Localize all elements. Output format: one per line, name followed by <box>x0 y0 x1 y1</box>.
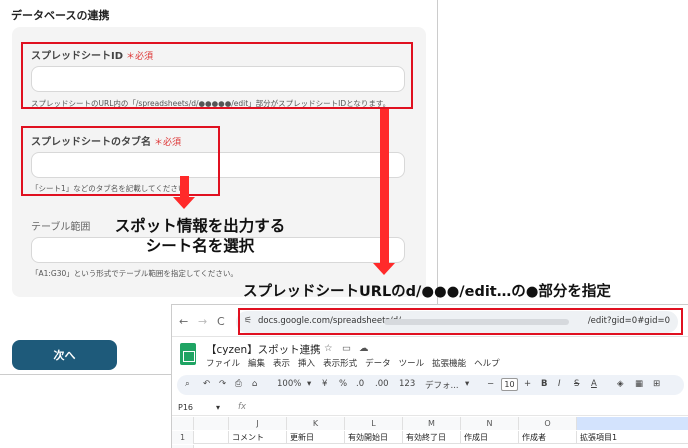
fill-color-icon[interactable]: ◈ <box>617 379 624 389</box>
reload-icon[interactable]: C <box>217 315 225 328</box>
borders-icon[interactable]: ▦ <box>635 379 643 389</box>
tab-callout-line1: スポット情報を出力する <box>114 217 286 235</box>
url-arrow-head <box>373 263 395 275</box>
percent-format-button[interactable]: % <box>339 379 347 389</box>
tab-name-label: スプレッドシートのタブ名 ＊必須 <box>31 133 181 148</box>
url-prefix: docs.google.com/spreadsheets/d/ <box>258 316 402 326</box>
move-folder-icon[interactable]: ▭ <box>342 343 351 354</box>
italic-icon[interactable]: I <box>558 379 561 389</box>
column-header-row: J K L M N O <box>172 417 688 430</box>
spreadsheet-id-help: スプレッドシートのURL内の「/spreadsheets/d/●●●●●/edi… <box>31 99 391 108</box>
tab-arrow-shaft <box>180 176 189 198</box>
required-mark: ＊必須 <box>126 52 154 62</box>
menu-data[interactable]: データ <box>365 357 391 369</box>
url-callout: スプレッドシートURLのd/●●●/edit…の●部分を指定 <box>243 284 611 300</box>
tab-name-label-text: スプレッドシートのタブ名 <box>31 137 151 148</box>
url-suffix: /edit?gid=0#gid=0 <box>587 316 670 326</box>
column-header[interactable]: J <box>229 417 287 430</box>
paint-format-icon[interactable]: ⌂ <box>252 379 257 389</box>
table-range-label: テーブル範囲 <box>31 222 91 233</box>
formula-bar: P16 ▾ fx <box>172 400 688 416</box>
forward-icon[interactable]: → <box>198 315 207 328</box>
increase-font-size-button[interactable]: + <box>524 379 531 389</box>
strikethrough-button[interactable]: S <box>574 379 579 389</box>
sheets-logo-icon[interactable] <box>180 343 196 365</box>
font-dropdown-icon[interactable]: ▾ <box>465 379 469 389</box>
table-cell[interactable]: 有効開始日 <box>345 431 403 444</box>
row-number[interactable]: 1 <box>172 431 194 444</box>
tab-callout-line2: シート名を選択 <box>145 237 255 255</box>
table-cell[interactable] <box>194 431 229 444</box>
url-redacted <box>384 319 569 325</box>
table-cell[interactable]: 更新日 <box>287 431 345 444</box>
column-header[interactable]: O <box>519 417 577 430</box>
star-icon[interactable]: ☆ <box>324 343 333 354</box>
column-header <box>194 417 229 430</box>
merge-cells-icon[interactable]: ⊞ <box>653 379 660 389</box>
url-arrow-shaft <box>380 109 389 264</box>
currency-format-button[interactable]: ¥ <box>322 379 327 389</box>
table-cell[interactable]: 作成者 <box>519 431 577 444</box>
corner-cell[interactable] <box>172 417 194 430</box>
cloud-status-icon: ☁ <box>359 343 369 354</box>
menu-view[interactable]: 表示 <box>273 357 290 369</box>
table-cell[interactable]: 作成日 <box>461 431 519 444</box>
table-cell[interactable]: 有効終了日 <box>403 431 461 444</box>
column-header[interactable]: M <box>403 417 461 430</box>
menu-help[interactable]: ヘルプ <box>474 357 500 369</box>
menu-file[interactable]: ファイル <box>206 357 240 369</box>
tab-callout: スポット情報を出力する シート名を選択 <box>105 216 295 256</box>
tab-arrow-head <box>173 197 195 209</box>
section-title: データベースの連携 <box>11 9 110 22</box>
doc-title[interactable]: 【cyzen】スポット連携 <box>206 342 321 357</box>
fx-icon: fx <box>238 402 247 412</box>
number-format-button[interactable]: 123 <box>399 379 415 389</box>
font-select[interactable]: デフォ... <box>425 379 459 391</box>
search-menus-icon[interactable]: ⌕ <box>185 379 190 389</box>
required-mark: ＊必須 <box>154 138 182 148</box>
zoom-select[interactable]: 100% <box>277 379 301 389</box>
font-size-input[interactable]: 10 <box>501 378 518 391</box>
next-button[interactable]: 次へ <box>12 340 117 370</box>
tab-name-help: 「シート1」などのタブ名を記載してください。 <box>31 184 193 193</box>
tab-name-input[interactable] <box>31 152 405 178</box>
table-cell[interactable]: 拡張項目1 <box>577 431 688 444</box>
increase-decimal-button[interactable]: .00 <box>375 379 389 389</box>
column-header[interactable]: N <box>461 417 519 430</box>
print-icon[interactable]: ⎙ <box>235 379 242 389</box>
menu-edit[interactable]: 編集 <box>248 357 265 369</box>
menu-tools[interactable]: ツール <box>399 357 425 369</box>
name-box[interactable]: P16 <box>178 403 193 412</box>
menu-extensions[interactable]: 拡張機能 <box>432 357 466 369</box>
spreadsheet-id-input[interactable] <box>31 66 405 92</box>
browser-window: ← → C ⚟ docs.google.com/spreadsheets/d/ … <box>171 304 688 448</box>
table-cell[interactable]: コメント <box>229 431 287 444</box>
decrease-font-size-button[interactable]: − <box>487 379 494 389</box>
address-bar: ← → C ⚟ docs.google.com/spreadsheets/d/ … <box>172 305 688 337</box>
spreadsheet-id-label: スプレッドシートID ＊必須 <box>31 47 153 62</box>
table-range-help: 「A1:G30」という形式でテーブル範囲を指定してください。 <box>31 269 238 278</box>
bold-button[interactable]: B <box>541 379 547 389</box>
column-header[interactable] <box>577 417 688 430</box>
name-box-dropdown-icon[interactable]: ▾ <box>216 403 220 412</box>
menu-insert[interactable]: 挿入 <box>298 357 315 369</box>
spreadsheet-id-label-text: スプレッドシートID <box>31 51 124 62</box>
column-header[interactable]: K <box>287 417 345 430</box>
site-settings-icon[interactable]: ⚟ <box>244 316 252 326</box>
menu-format[interactable]: 表示形式 <box>323 357 357 369</box>
table-row: 1 コメント 更新日 有効開始日 有効終了日 作成日 作成者 拡張項目1 <box>172 431 688 444</box>
back-icon[interactable]: ← <box>179 315 188 328</box>
column-header[interactable]: L <box>345 417 403 430</box>
undo-icon[interactable]: ↶ <box>203 379 210 389</box>
url-field[interactable]: ⚟ docs.google.com/spreadsheets/d/ /edit?… <box>236 311 678 333</box>
decrease-decimal-button[interactable]: .0 <box>356 379 364 389</box>
zoom-dropdown-icon[interactable]: ▾ <box>307 379 311 389</box>
sheets-toolbar: ⌕ ↶ ↷ ⎙ ⌂ 100% ▾ ¥ % .0 .00 123 デフォ... ▾… <box>177 375 684 395</box>
text-color-button[interactable]: A <box>591 379 597 389</box>
menu-bar: ファイル 編集 表示 挿入 表示形式 データ ツール 拡張機能 ヘルプ <box>206 357 500 369</box>
redo-icon[interactable]: ↷ <box>219 379 226 389</box>
